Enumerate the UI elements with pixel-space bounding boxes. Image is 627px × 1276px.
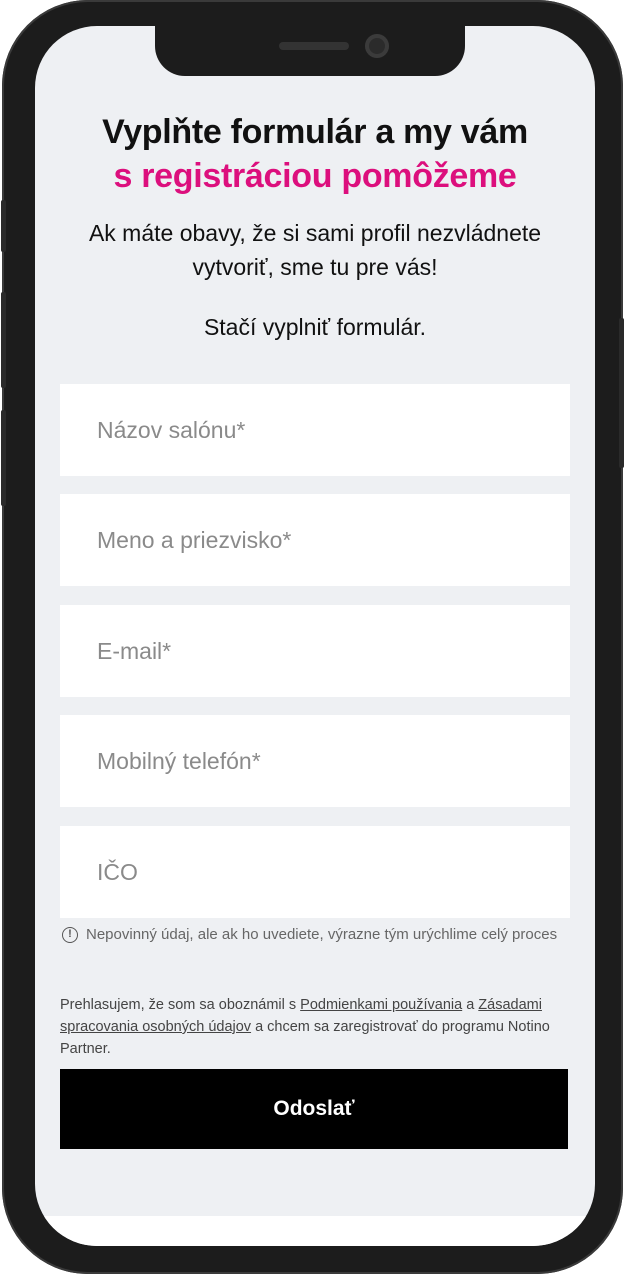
salon-name-input[interactable] [60,384,570,476]
full-name-input[interactable] [60,494,570,586]
submit-button[interactable]: Odoslať [60,1069,568,1149]
consent-middle: a [462,997,479,1013]
power-button [619,318,624,468]
ico-hint: ! Nepovinný údaj, ale ak ho uvediete, vý… [62,926,557,943]
front-camera [365,34,389,58]
ico-hint-text: Nepovinný údaj, ale ak ho uvediete, výra… [86,926,558,943]
intro-text: Ak máte obavy, že si sami profil nezvlád… [88,220,542,280]
mute-switch [1,200,6,252]
consent-prefix: Prehlasujem, že som sa oboznámil s [60,997,301,1013]
phone-frame: Vyplňte formulár a my vám s registráciou… [1,0,624,1274]
screen-bottom-strip [35,1216,595,1246]
info-circle-icon: ! [62,926,78,943]
title-line-2: s registráciou pomôžeme [113,157,517,195]
phone-screen: Vyplňte formulár a my vám s registráciou… [35,26,595,1246]
email-input[interactable] [60,605,570,697]
phone-input[interactable] [60,715,570,807]
terms-link[interactable]: Podmienkami používania [300,997,462,1013]
notch [155,26,465,76]
speaker-grille [279,42,349,50]
volume-up-button [1,292,6,388]
page-title: Vyplňte formulár a my vám s registráciou… [35,110,595,198]
intro-cta: Stačí vyplniť formulár. [203,314,427,340]
title-line-1: Vyplňte formulár a my vám [102,113,528,151]
ico-input[interactable] [60,826,570,918]
volume-down-button [1,410,6,506]
consent-text: Prehlasujem, že som sa oboznámil s Podmi… [60,994,560,1060]
